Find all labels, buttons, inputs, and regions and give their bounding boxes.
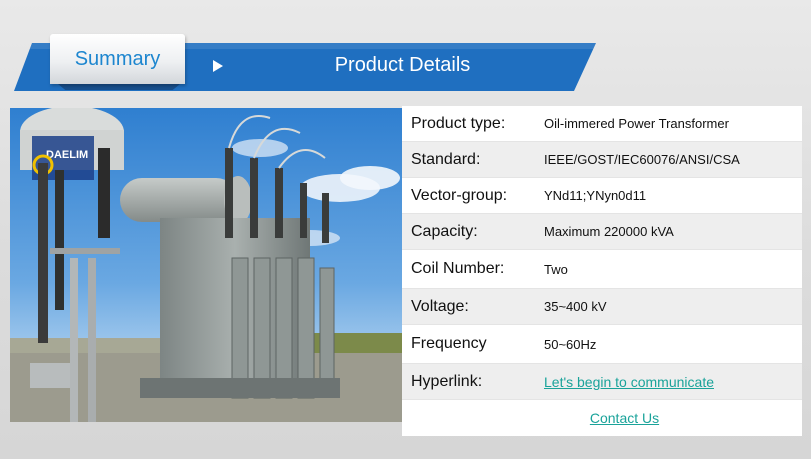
detail-value: IEEE/GOST/IEC60076/ANSI/CSA (544, 152, 740, 167)
detail-value: Maximum 220000 kVA (544, 224, 674, 239)
detail-row-voltage: Voltage: 35~400 kV (402, 289, 802, 325)
summary-tab-label: Summary (74, 47, 161, 70)
detail-label: Hyperlink: (411, 372, 483, 390)
banner-title: Product Details (334, 54, 471, 76)
detail-row-vector-group: Vector-group: YNd11;YNyn0d11 (402, 178, 802, 214)
detail-row-hyperlink: Hyperlink: Let's begin to communicate (402, 364, 802, 400)
detail-row-frequency: Frequency 50~60Hz (402, 325, 802, 364)
play-arrow-icon (213, 60, 223, 72)
detail-label: Voltage: (411, 297, 469, 315)
detail-value: Two (544, 261, 568, 277)
detail-label: Product type: (411, 114, 506, 132)
brand-logo-text: DAELIM (46, 149, 88, 161)
detail-label: Coil Number: (411, 260, 505, 277)
detail-value: YNd11;YNyn0d11 (544, 188, 647, 203)
detail-label: Frequency (411, 335, 487, 352)
product-photo: DAELIM (10, 108, 402, 422)
contact-us-link[interactable]: Contact Us (590, 410, 659, 426)
detail-row-standard: Standard: IEEE/GOST/IEC60076/ANSI/CSA (402, 142, 802, 178)
detail-value: 50~60Hz (544, 336, 597, 352)
communicate-link[interactable]: Let's begin to communicate (544, 374, 714, 390)
detail-row-product-type: Product type: Oil-immered Power Transfor… (402, 106, 802, 142)
detail-row-coil-number: Coil Number: Two (402, 250, 802, 289)
detail-label: Vector-group: (411, 186, 508, 204)
summary-tab[interactable]: Summary (50, 34, 185, 84)
summary-tab-shadow (58, 84, 180, 90)
detail-label: Capacity: (411, 222, 478, 240)
product-details-table: Product type: Oil-immered Power Transfor… (402, 106, 802, 436)
detail-row-capacity: Capacity: Maximum 220000 kVA (402, 214, 802, 250)
detail-value: Oil-immered Power Transformer (544, 116, 729, 131)
transformer-illustration: DAELIM (10, 108, 402, 422)
contact-row: Contact Us (402, 400, 802, 436)
detail-label: Standard: (411, 150, 481, 168)
detail-value: 35~400 kV (544, 299, 607, 314)
